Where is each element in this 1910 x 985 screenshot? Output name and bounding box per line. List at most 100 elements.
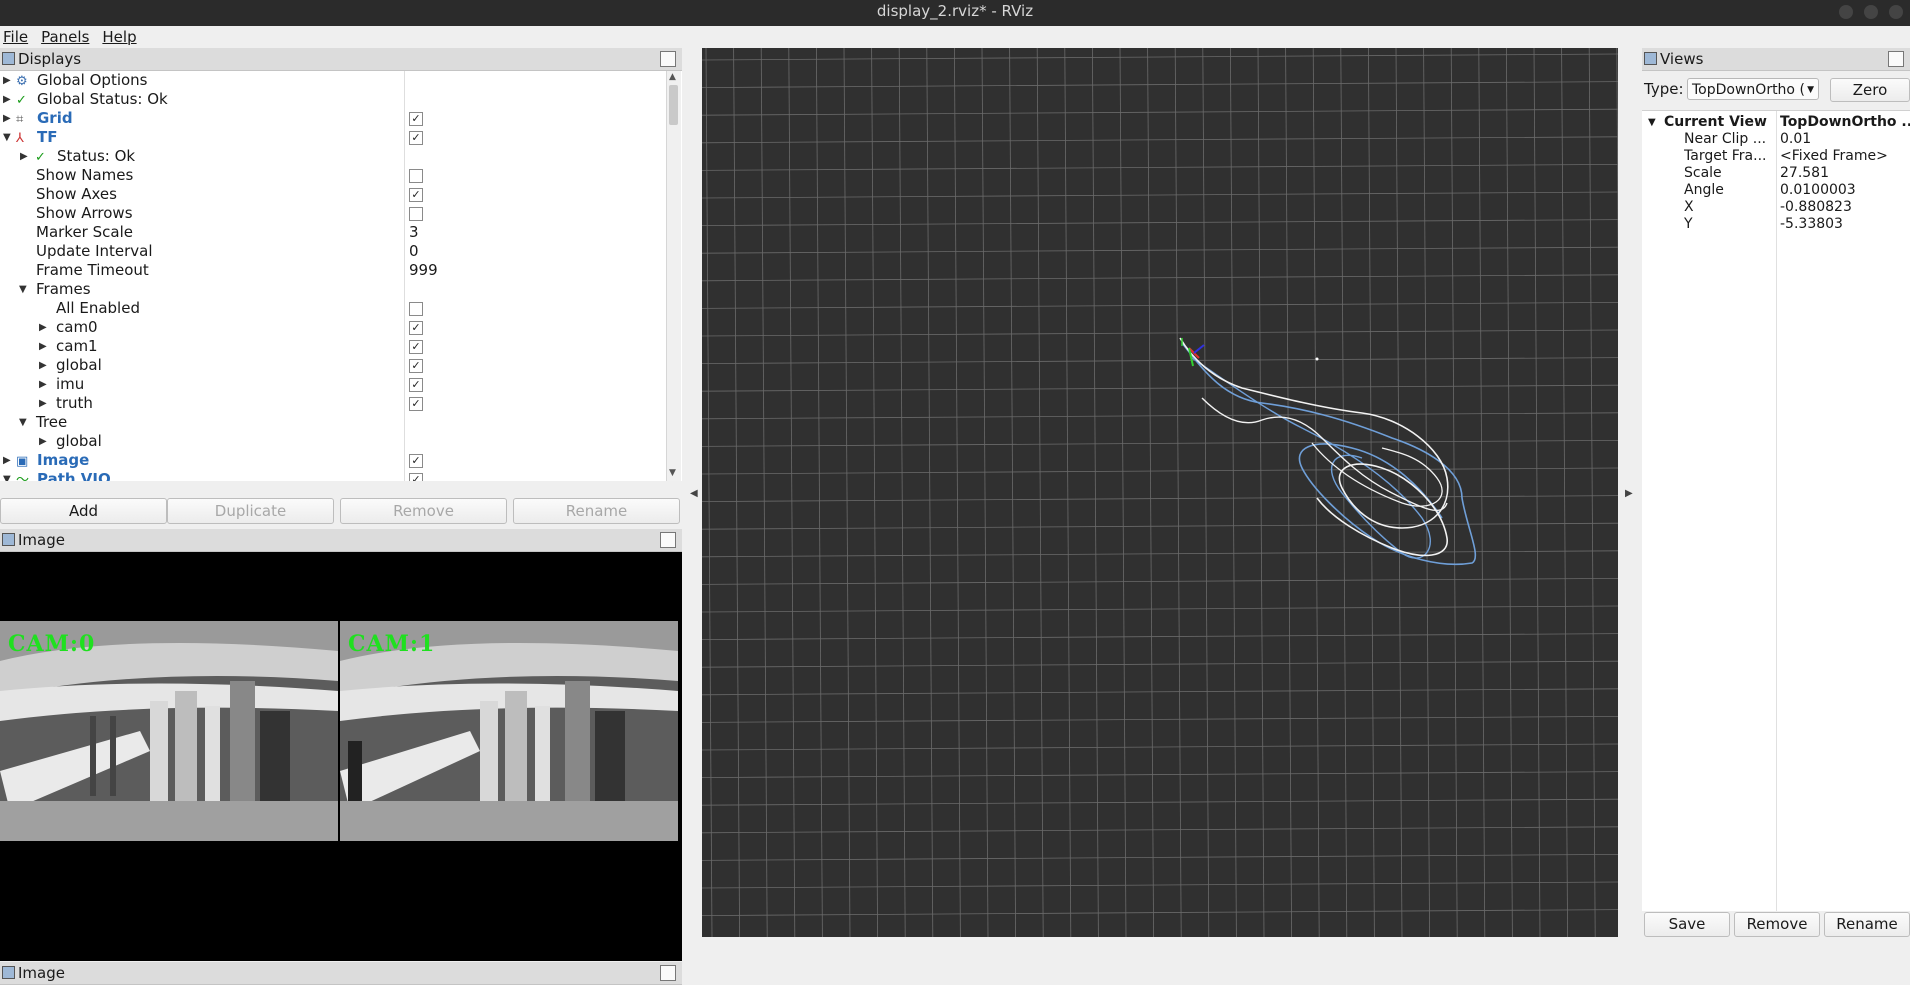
frame-cam1-checkbox[interactable]: ✓ [409, 340, 423, 354]
remove-button[interactable]: Remove [340, 498, 507, 524]
scrollbar-thumb[interactable] [669, 85, 678, 125]
expand-arrow-icon[interactable]: ▶ [3, 451, 11, 470]
all-enabled-checkbox[interactable] [409, 302, 423, 316]
stereo-image-view[interactable]: CAM:0 CAM:1 [0, 552, 682, 961]
rename-view-button[interactable]: Rename [1824, 912, 1910, 937]
show-axes-checkbox[interactable]: ✓ [409, 188, 423, 202]
tree-row-show-arrows[interactable]: Show Arrows [0, 204, 664, 223]
tree-row-grid[interactable]: ▶ ⌗ Grid ✓ [0, 109, 664, 128]
expand-arrow-icon[interactable]: ▶ [3, 109, 11, 128]
tree-row-tree[interactable]: ▼ Tree [0, 413, 664, 432]
tree-row-tf[interactable]: ▼ ⅄ TF ✓ [0, 128, 664, 147]
expand-arrow-icon[interactable]: ▶ [3, 71, 11, 90]
scale-value[interactable]: 27.581 [1780, 165, 1908, 182]
view-type-select[interactable]: TopDownOrtho ( ▼ [1687, 78, 1819, 100]
tree-row-show-names[interactable]: Show Names [0, 166, 664, 185]
tree-row-show-axes[interactable]: Show Axes ✓ [0, 185, 664, 204]
target-frame-value[interactable]: <Fixed Frame> [1780, 148, 1908, 165]
collapse-arrow-icon[interactable]: ▼ [19, 413, 27, 432]
expand-arrow-icon[interactable]: ▶ [20, 147, 28, 166]
render-canvas[interactable] [702, 48, 1618, 937]
expand-arrow-icon[interactable]: ▶ [39, 356, 47, 375]
tree-row-frame-imu[interactable]: ▶ imu ✓ [0, 375, 664, 394]
frame-imu-checkbox[interactable]: ✓ [409, 378, 423, 392]
expand-arrow-icon[interactable]: ▶ [39, 432, 47, 451]
collapse-arrow-icon[interactable]: ▼ [19, 280, 27, 299]
show-arrows-checkbox[interactable] [409, 207, 423, 221]
tree-row-path-vio[interactable]: ▼ 〜 Path VIO ✓ [0, 470, 664, 481]
show-names-checkbox[interactable] [409, 169, 423, 183]
maximize-button[interactable] [1864, 5, 1878, 19]
displays-scrollbar[interactable]: ▲ ▼ [666, 71, 681, 481]
right-splitter[interactable]: ▶ [1618, 48, 1642, 937]
scroll-up-icon[interactable]: ▲ [669, 72, 676, 82]
undock-button[interactable] [660, 965, 676, 981]
tree-row-marker-scale[interactable]: Marker Scale 3 [0, 223, 664, 242]
undock-button[interactable] [1888, 51, 1904, 67]
add-button[interactable]: Add [0, 498, 167, 524]
expand-arrow-icon[interactable]: ▶ [39, 337, 47, 356]
collapse-arrow-icon[interactable]: ▼ [3, 470, 11, 481]
minimize-button[interactable] [1839, 5, 1853, 19]
grid-line [760, 48, 768, 937]
y-value[interactable]: -5.33803 [1780, 216, 1908, 233]
tree-row-global-options[interactable]: ▶ ⚙ Global Options [0, 71, 664, 90]
collapse-right-icon[interactable]: ▶ [1625, 488, 1633, 499]
frame-cam0-checkbox[interactable]: ✓ [409, 321, 423, 335]
frame-timeout-value[interactable]: 999 [409, 261, 438, 280]
expand-arrow-icon[interactable]: ▶ [3, 90, 11, 109]
render-viewport[interactable] [702, 48, 1618, 937]
view-prop-row[interactable]: Scale 27.581 [1642, 165, 1910, 182]
current-view-row[interactable]: ▼ Current View TopDownOrtho ... [1642, 114, 1910, 131]
duplicate-button[interactable]: Duplicate [167, 498, 334, 524]
tree-row-frame-truth[interactable]: ▶ truth ✓ [0, 394, 664, 413]
tree-row-all-enabled[interactable]: All Enabled [0, 299, 664, 318]
marker-scale-value[interactable]: 3 [409, 223, 419, 242]
save-button[interactable]: Save [1644, 912, 1730, 937]
undock-button[interactable] [660, 51, 676, 67]
remove-view-button[interactable]: Remove [1734, 912, 1820, 937]
view-prop-row[interactable]: Y -5.33803 [1642, 216, 1910, 233]
tree-row-tf-status[interactable]: ▶ ✓ Status: Ok [0, 147, 664, 166]
expand-arrow-icon[interactable]: ▶ [39, 375, 47, 394]
update-interval-value[interactable]: 0 [409, 242, 419, 261]
grid-checkbox[interactable]: ✓ [409, 112, 423, 126]
view-prop-row[interactable]: Angle 0.0100003 [1642, 182, 1910, 199]
tree-row-frame-cam1[interactable]: ▶ cam1 ✓ [0, 337, 664, 356]
menu-panels[interactable]: Panels [41, 28, 89, 46]
tree-row-image[interactable]: ▶ ▣ Image ✓ [0, 451, 664, 470]
view-prop-row[interactable]: Near Clip ... 0.01 [1642, 131, 1910, 148]
angle-value[interactable]: 0.0100003 [1780, 182, 1908, 199]
view-prop-row[interactable]: X -0.880823 [1642, 199, 1910, 216]
expand-arrow-icon[interactable]: ▶ [39, 318, 47, 337]
tree-row-tree-global[interactable]: ▶ global [0, 432, 664, 451]
scroll-down-icon[interactable]: ▼ [669, 468, 676, 478]
collapse-arrow-icon[interactable]: ▼ [3, 128, 11, 147]
expand-arrow-icon[interactable]: ▶ [39, 394, 47, 413]
rename-button[interactable]: Rename [513, 498, 680, 524]
menu-file[interactable]: File [3, 28, 28, 46]
path-vio-checkbox[interactable]: ✓ [409, 473, 423, 481]
tree-row-frame-timeout[interactable]: Frame Timeout 999 [0, 261, 664, 280]
tree-row-frame-cam0[interactable]: ▶ cam0 ✓ [0, 318, 664, 337]
view-prop-row[interactable]: Target Fra... <Fixed Frame> [1642, 148, 1910, 165]
tree-row-global-status[interactable]: ▶ ✓ Global Status: Ok [0, 90, 664, 109]
frame-global-checkbox[interactable]: ✓ [409, 359, 423, 373]
grid-line [702, 605, 1618, 613]
zero-button[interactable]: Zero [1830, 78, 1910, 102]
frame-truth-checkbox[interactable]: ✓ [409, 397, 423, 411]
tree-row-update-interval[interactable]: Update Interval 0 [0, 242, 664, 261]
tree-row-frame-global[interactable]: ▶ global ✓ [0, 356, 664, 375]
x-value[interactable]: -0.880823 [1780, 199, 1908, 216]
menu-help[interactable]: Help [102, 28, 136, 46]
collapse-arrow-icon[interactable]: ▼ [1648, 114, 1656, 131]
image-checkbox[interactable]: ✓ [409, 454, 423, 468]
near-clip-value[interactable]: 0.01 [1780, 131, 1908, 148]
left-splitter[interactable]: ◀ [682, 48, 702, 937]
undock-button[interactable] [660, 532, 676, 548]
tree-row-frames[interactable]: ▼ Frames [0, 280, 664, 299]
tf-checkbox[interactable]: ✓ [409, 131, 423, 145]
collapse-left-icon[interactable]: ◀ [690, 488, 698, 499]
image-panel-2: Image [0, 962, 682, 985]
close-button[interactable] [1889, 5, 1903, 19]
